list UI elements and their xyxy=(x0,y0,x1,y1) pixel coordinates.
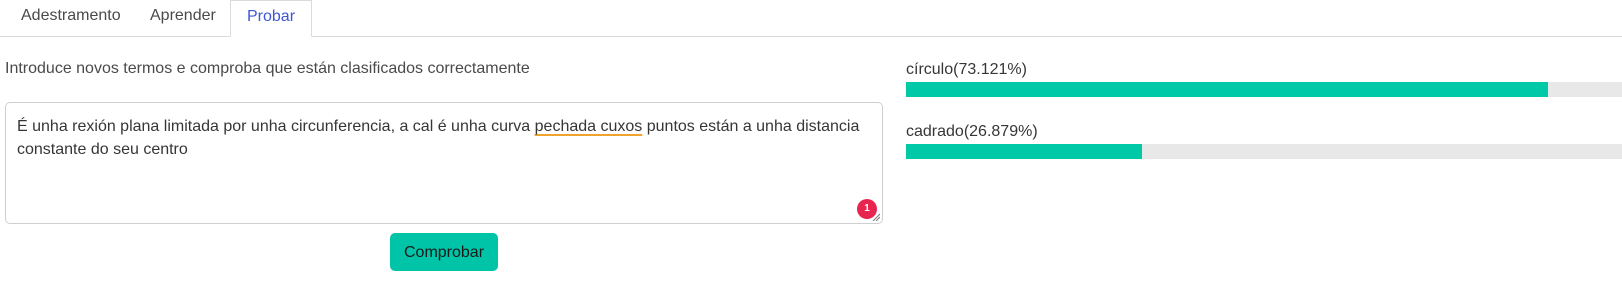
tab-aprender[interactable]: Aprender xyxy=(134,0,232,36)
intro-text: Introduce novos termos e comproba que es… xyxy=(5,60,530,77)
result-label-cadrado: cadrado(26.879%) xyxy=(906,123,1038,140)
term-textarea[interactable]: É unha rexión plana limitada por unha ci… xyxy=(5,102,883,224)
result-bar-cadrado xyxy=(906,144,1622,159)
tab-adestramento[interactable]: Adestramento xyxy=(5,0,137,36)
tab-probar[interactable]: Probar xyxy=(230,0,313,37)
result-bar-fill-cadrado xyxy=(906,144,1142,159)
textarea-content[interactable]: É unha rexión plana limitada por unha ci… xyxy=(17,115,867,161)
comprobar-button[interactable]: Comprobar xyxy=(390,233,498,271)
grammar-issue-badge[interactable]: 1 xyxy=(857,199,877,219)
spellcheck-flagged-text[interactable]: pechada cuxos xyxy=(535,118,643,135)
result-label-circulo: círculo(73.121%) xyxy=(906,61,1027,78)
text-part: É unha rexión plana limitada por unha ci… xyxy=(17,118,535,135)
tab-bar: Adestramento Aprender Probar xyxy=(0,0,1622,37)
result-bar-circulo xyxy=(906,82,1622,97)
result-bar-fill-circulo xyxy=(906,82,1548,97)
